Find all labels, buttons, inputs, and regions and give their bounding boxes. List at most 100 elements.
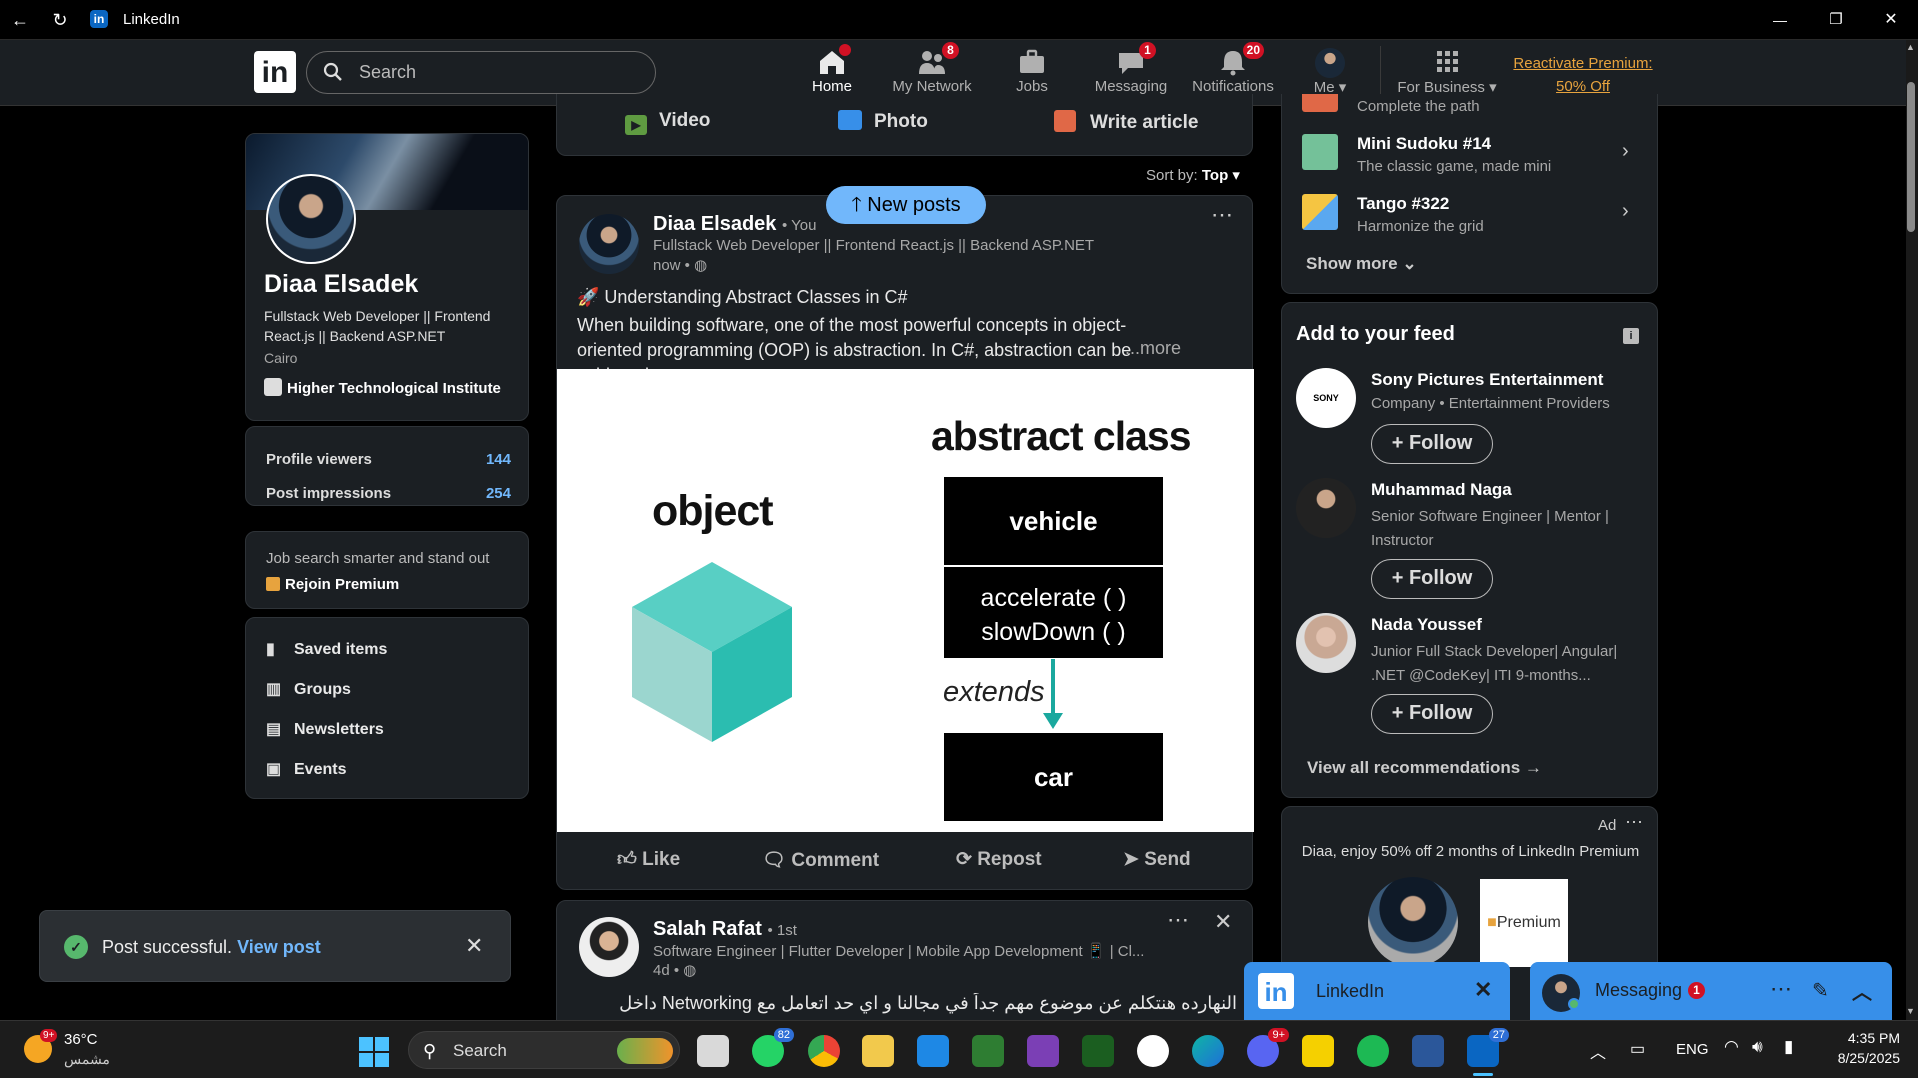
post-more-options-icon[interactable]: ⋯ <box>1211 202 1234 228</box>
author-avatar[interactable] <box>579 214 639 274</box>
minimize-button[interactable]: — <box>1766 6 1794 34</box>
word-icon[interactable] <box>1412 1035 1444 1067</box>
view-all-recommendations-link[interactable]: View all recommendations → <box>1307 758 1542 778</box>
reactivate-premium-link[interactable]: Reactivate Premium: 50% Off <box>1508 52 1658 98</box>
feed-item-name[interactable]: Nada Youssef <box>1371 615 1482 635</box>
menu-groups[interactable]: ▥ Groups <box>266 679 351 699</box>
scroll-down-icon[interactable]: ▼ <box>1906 1006 1915 1016</box>
visual-studio-icon[interactable] <box>1027 1035 1059 1067</box>
profile-avatar[interactable] <box>266 174 356 264</box>
menu-newsletters[interactable]: ▤ Newsletters <box>266 719 384 739</box>
profile-viewers-label[interactable]: Profile viewers <box>266 451 372 468</box>
linkedin-logo[interactable]: in <box>254 51 296 93</box>
task-view-icon[interactable] <box>697 1035 729 1067</box>
terminal-icon[interactable] <box>1082 1035 1114 1067</box>
repost-button[interactable]: ⟳ Repost <box>956 848 1042 871</box>
taskbar-search-box[interactable]: ⚲ Search <box>408 1031 680 1069</box>
tango-title[interactable]: Tango #322 <box>1357 194 1449 214</box>
language-indicator[interactable]: ENG <box>1676 1041 1709 1058</box>
file-explorer-icon[interactable] <box>862 1035 894 1067</box>
sony-logo[interactable]: SONY <box>1296 368 1356 428</box>
follow-button[interactable]: + Follow <box>1371 559 1493 599</box>
battery-icon[interactable]: ▮ <box>1784 1037 1793 1057</box>
menu-events[interactable]: ▣ Events <box>266 759 346 779</box>
avatar[interactable] <box>1296 613 1356 673</box>
messaging-more-icon[interactable]: ⋯ <box>1770 976 1792 1002</box>
post-image[interactable]: object abstract class vehicle accelerate… <box>557 369 1254 832</box>
view-post-link[interactable]: View post <box>237 937 321 957</box>
spotify-icon[interactable] <box>1357 1035 1389 1067</box>
new-posts-button[interactable]: 🡑 New posts <box>826 186 986 224</box>
info-icon[interactable]: i <box>1623 328 1639 344</box>
scrollbar-thumb[interactable] <box>1907 82 1915 232</box>
chevron-right-icon[interactable]: › <box>1622 200 1629 223</box>
author-name-row[interactable]: Diaa Elsadek • You <box>653 213 816 236</box>
avatar[interactable] <box>1296 478 1356 538</box>
menu-saved-items[interactable]: ▮ Saved items <box>266 639 387 659</box>
groups-icon: ▥ <box>266 681 282 698</box>
compose-icon[interactable]: ✎ <box>1812 978 1829 1003</box>
reload-icon[interactable]: ↻ <box>46 6 74 34</box>
post-impressions-value[interactable]: 254 <box>471 485 511 502</box>
dismiss-post-icon[interactable]: ✕ <box>1214 909 1232 935</box>
clock-date[interactable]: 8/25/2025 <box>1820 1050 1900 1066</box>
clock-time[interactable]: 4:35 PM <box>1820 1030 1900 1046</box>
linkedin-chat-tab[interactable]: in LinkedIn ✕ <box>1244 962 1510 1020</box>
follow-button[interactable]: + Follow <box>1371 694 1493 734</box>
feed-item-name[interactable]: Sony Pictures Entertainment <box>1371 370 1603 390</box>
notes-icon[interactable] <box>1302 1035 1334 1067</box>
premium-icon <box>266 577 280 591</box>
composer-video-button[interactable]: ▶ Video <box>625 110 710 135</box>
show-hidden-icons-icon[interactable]: ︿ <box>1590 1039 1606 1063</box>
maximize-button[interactable]: ❐ <box>1822 6 1850 34</box>
follow-button[interactable]: + Follow <box>1371 424 1493 464</box>
github-icon[interactable] <box>1137 1035 1169 1067</box>
show-more-button[interactable]: Show more ⌄ <box>1306 254 1417 274</box>
whatsapp-icon[interactable]: 82 <box>752 1028 794 1067</box>
page-scrollbar[interactable]: ▲ ▼ <box>1906 40 1918 1020</box>
discord-icon[interactable]: 9+ <box>1247 1028 1289 1067</box>
profile-card[interactable]: Diaa Elsadek Fullstack Web Developer || … <box>245 133 529 421</box>
display-icon[interactable]: ▭ <box>1630 1039 1645 1059</box>
linkedin-app-icon[interactable]: 27 <box>1467 1028 1509 1067</box>
post-impressions-label[interactable]: Post impressions <box>266 485 391 502</box>
chevron-right-icon[interactable]: › <box>1622 140 1629 163</box>
profile-viewers-value[interactable]: 144 <box>471 451 511 468</box>
vscode-icon[interactable] <box>917 1035 949 1067</box>
volume-icon[interactable]: 🔊︎ <box>1752 1037 1763 1057</box>
premium-card[interactable]: Job search smarter and stand out Rejoin … <box>245 531 529 609</box>
chrome-icon[interactable] <box>808 1035 840 1067</box>
toast-close-icon[interactable]: ✕ <box>465 933 483 959</box>
image-object-label: object <box>652 487 774 535</box>
ad-more-options-icon[interactable]: ⋯ <box>1625 812 1643 833</box>
feed-item-name[interactable]: Muhammad Naga <box>1371 480 1512 500</box>
post-more-options-icon[interactable]: ⋯ <box>1167 907 1189 933</box>
windows-start-icon[interactable] <box>359 1037 389 1067</box>
composer-photo-button[interactable]: Photo <box>838 110 928 133</box>
rejoin-premium-link[interactable]: Rejoin Premium <box>266 576 399 593</box>
profile-school[interactable]: Higher Technological Institute <box>264 378 501 397</box>
app-icon[interactable] <box>972 1035 1004 1067</box>
see-more-link[interactable]: ...more <box>1125 338 1181 359</box>
wifi-icon[interactable]: ◠ <box>1724 1037 1739 1057</box>
search-input[interactable]: Search <box>306 51 656 94</box>
author-name-row[interactable]: Salah Rafat • 1st <box>653 918 797 941</box>
newsletter-icon: ▤ <box>266 721 282 738</box>
edge-icon[interactable] <box>1192 1035 1224 1067</box>
author-avatar[interactable] <box>579 917 639 977</box>
chevron-up-icon[interactable]: ︿ <box>1852 976 1872 1005</box>
send-button[interactable]: ➤ Send <box>1123 848 1191 871</box>
chat-close-icon[interactable]: ✕ <box>1474 977 1492 1003</box>
weather-temp[interactable]: 36°C <box>64 1031 98 1048</box>
tango-icon <box>1302 194 1338 230</box>
comment-button[interactable]: 🗨︎ Comment <box>762 848 879 872</box>
messaging-tab[interactable]: Messaging 1 ⋯ ✎ ︿ <box>1530 962 1892 1020</box>
close-window-button[interactable]: ✕ <box>1877 6 1905 34</box>
sort-dropdown[interactable]: Sort by: Top ▾ <box>1146 166 1240 184</box>
profile-name[interactable]: Diaa Elsadek <box>264 270 418 299</box>
back-icon[interactable]: ← <box>6 6 34 34</box>
like-button[interactable]: 👍︎ Like <box>617 848 680 871</box>
composer-article-button[interactable]: Write article <box>1054 110 1198 134</box>
mini-sudoku-title[interactable]: Mini Sudoku #14 <box>1357 134 1491 154</box>
scroll-up-icon[interactable]: ▲ <box>1906 42 1915 52</box>
